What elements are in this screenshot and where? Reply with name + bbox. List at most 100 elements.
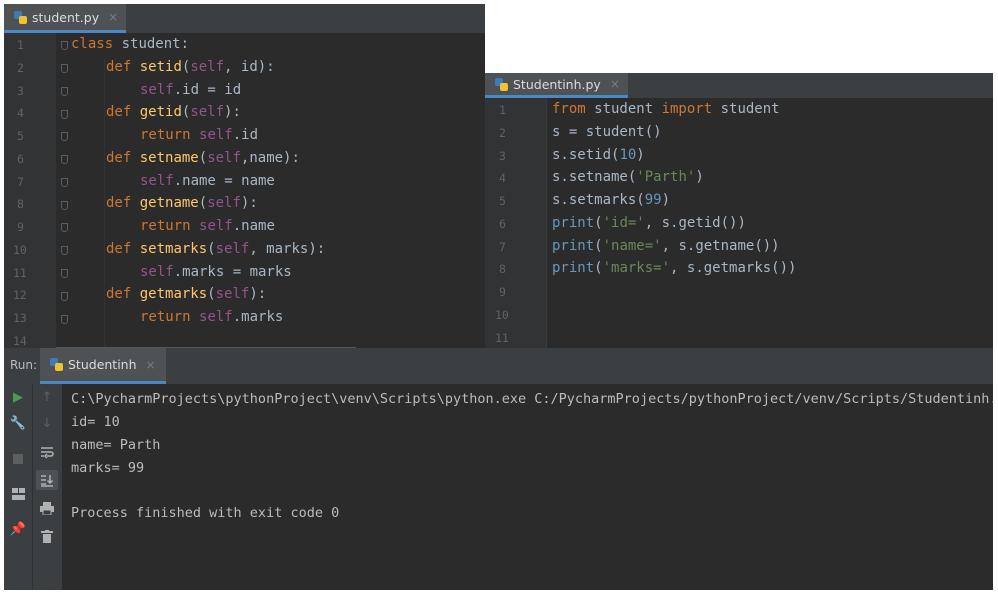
line-number: 5 (499, 194, 506, 208)
fold-marker-icon[interactable] (61, 292, 68, 301)
run-tab-studentinh[interactable]: Studentinh × (40, 348, 166, 384)
tab-studentinh-py[interactable]: Studentinh.py × (485, 73, 628, 98)
arrow-down-icon[interactable]: ↓ (39, 415, 55, 431)
line-number: 2 (499, 126, 506, 140)
code-line-8: def getname(self): (106, 195, 258, 211)
gutter-divider (546, 98, 547, 348)
code-line-6: def setname(self,name): (106, 150, 300, 166)
close-tab-icon[interactable]: × (146, 358, 156, 372)
code-line-1: from student import student (552, 101, 780, 117)
code-line-4: s.setname('Parth') (552, 169, 704, 185)
stop-icon[interactable] (10, 451, 26, 467)
tab-label: student.py (32, 9, 100, 25)
fold-marker-icon[interactable] (61, 315, 68, 324)
python-file-icon (495, 77, 508, 91)
layout-icon[interactable] (10, 486, 26, 502)
console-line: id= 10 (71, 414, 120, 430)
editor-tabbar: Studentinh.py × (485, 73, 993, 98)
code-line-11: self.marks = marks (140, 264, 292, 280)
console-line: marks= 99 (71, 460, 145, 476)
line-number-gutter: 1 2 3 4 5 6 7 8 9 10 11 12 13 14 (4, 33, 56, 348)
code-line-2: s = student() (552, 124, 662, 140)
fold-marker-icon[interactable] (61, 64, 68, 73)
editor-tabbar: student.py × (4, 4, 485, 33)
code-line-7: print('name=', s.getname()) (552, 238, 780, 254)
arrow-up-icon[interactable]: ↑ (39, 389, 55, 405)
line-number: 1 (17, 38, 24, 52)
line-number: 9 (499, 285, 506, 299)
fold-marker-icon[interactable] (61, 201, 68, 210)
line-number: 6 (17, 152, 24, 166)
run-toolbar-left: ▶ 🔧 📌 (4, 384, 32, 590)
code-line-9: return self.name (140, 218, 275, 234)
code-line-4: def getid(self): (106, 104, 241, 120)
run-panel: Run: Studentinh × ▶ 🔧 📌 ↑ ↓ C:\PycharmPr… (4, 348, 993, 590)
line-number: 10 (495, 308, 509, 322)
code-line-10: def setmarks(self, marks): (106, 241, 326, 257)
line-number: 4 (17, 106, 24, 120)
line-number: 14 (13, 334, 27, 348)
run-header: Run: Studentinh × (4, 348, 993, 384)
line-number: 5 (17, 129, 24, 143)
line-number: 8 (17, 197, 24, 211)
run-label: Run: (10, 358, 38, 372)
print-icon[interactable] (39, 500, 55, 516)
editor-student-py: student.py × 1 2 3 4 5 6 7 8 9 10 11 12 … (4, 4, 485, 348)
fold-marker-icon[interactable] (61, 269, 68, 278)
python-file-icon (14, 10, 27, 24)
line-number: 6 (499, 217, 506, 231)
indent-guide (104, 58, 105, 348)
console-line: name= Parth (71, 437, 161, 453)
fold-marker-icon[interactable] (61, 223, 68, 232)
run-tab-label: Studentinh (68, 357, 137, 372)
code-line-8: print('marks=', s.getmarks()) (552, 260, 797, 276)
close-tab-icon[interactable]: × (108, 10, 118, 24)
close-tab-icon[interactable]: × (610, 77, 620, 91)
line-number: 8 (499, 262, 506, 276)
pin-icon[interactable]: 📌 (10, 521, 26, 537)
fold-marker-icon[interactable] (61, 178, 68, 187)
line-number: 13 (13, 311, 27, 325)
code-line-3: self.id = id (140, 82, 242, 98)
tab-student-py[interactable]: student.py × (4, 4, 127, 33)
line-number: 11 (495, 331, 509, 345)
run-toolbar-right: ↑ ↓ (33, 384, 62, 590)
code-line-1: class student: (71, 36, 190, 52)
line-number: 12 (13, 288, 27, 302)
line-number: 7 (499, 240, 506, 254)
trash-icon[interactable] (39, 528, 55, 544)
line-number-gutter: 1 2 3 4 5 6 7 8 9 10 11 (485, 98, 546, 348)
line-number: 7 (17, 175, 24, 189)
line-number: 9 (17, 220, 24, 234)
scroll-to-end-icon[interactable] (36, 470, 58, 490)
line-number: 1 (499, 103, 506, 117)
run-console-output[interactable]: C:\PycharmProjects\pythonProject\venv\Sc… (62, 384, 993, 590)
tab-label: Studentinh.py (513, 76, 601, 92)
line-number: 2 (17, 61, 24, 75)
code-line-5: return self.id (140, 127, 259, 143)
line-number: 11 (13, 266, 27, 280)
code-line-2: def setid(self, id): (106, 59, 275, 75)
line-number: 4 (499, 171, 506, 185)
fold-marker-icon[interactable] (61, 87, 68, 96)
run-icon[interactable]: ▶ (10, 389, 26, 405)
console-exit-message: Process finished with exit code 0 (71, 505, 340, 521)
fold-marker-icon[interactable] (61, 41, 68, 50)
code-line-5: s.setmarks(99) (552, 192, 671, 208)
wrench-icon[interactable]: 🔧 (10, 415, 26, 431)
python-file-icon (50, 358, 63, 371)
fold-marker-icon[interactable] (61, 110, 68, 119)
line-number: 3 (17, 84, 24, 98)
code-line-12: def getmarks(self): (106, 286, 267, 302)
fold-marker-icon[interactable] (61, 155, 68, 164)
soft-wrap-icon[interactable] (39, 444, 55, 460)
code-line-3: s.setid(10) (552, 147, 645, 163)
code-line-7: self.name = name (140, 173, 275, 189)
editor-studentinh-py: Studentinh.py × 1 2 3 4 5 6 7 8 9 10 11 … (485, 73, 993, 348)
line-number: 3 (499, 149, 506, 163)
code-line-13: return self.marks (140, 309, 284, 325)
fold-marker-icon[interactable] (61, 132, 68, 141)
line-number: 10 (13, 243, 27, 257)
fold-marker-icon[interactable] (61, 246, 68, 255)
code-line-6: print('id=', s.getid()) (552, 215, 746, 231)
